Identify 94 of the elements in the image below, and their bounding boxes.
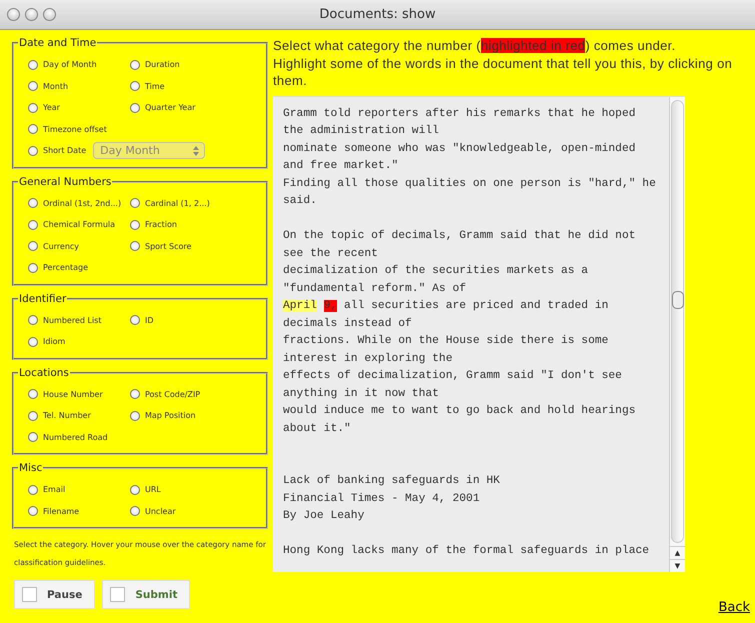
group-title: General Numbers bbox=[18, 176, 112, 188]
document-line: By Joe Leahy bbox=[283, 508, 366, 524]
radio-button[interactable] bbox=[28, 389, 38, 400]
radio-button[interactable] bbox=[28, 484, 38, 495]
document-line: decimals instead of bbox=[283, 316, 413, 332]
group-title: Misc bbox=[18, 462, 44, 474]
radio-button[interactable] bbox=[28, 315, 38, 326]
option-label[interactable]: Day of Month bbox=[43, 60, 97, 70]
window-control-icon[interactable] bbox=[7, 8, 20, 21]
document-line: and free market." bbox=[283, 158, 400, 174]
radio-button[interactable] bbox=[28, 198, 38, 208]
document-line: fractions. While on the House side there is some bbox=[283, 334, 610, 349]
radio-button[interactable] bbox=[130, 60, 140, 70]
group-title: Identifier bbox=[18, 292, 68, 304]
option-label[interactable]: Map Position bbox=[145, 411, 196, 420]
option-label[interactable]: Post Code/ZIP bbox=[145, 390, 200, 399]
radio-button[interactable] bbox=[28, 102, 38, 113]
instruction-text: Highlight some of the words in the document that tell you this, by clicking on them. bbox=[273, 54, 734, 90]
document-line: about it." bbox=[283, 422, 352, 436]
option-label[interactable]: ID bbox=[145, 316, 154, 325]
document-line: decimalization of the securities markets as a bbox=[283, 264, 590, 279]
document-line: Gramm told reporters after his remarks that he hoped bbox=[283, 106, 637, 122]
radio-button[interactable] bbox=[130, 81, 140, 92]
radio-button[interactable] bbox=[130, 484, 140, 495]
radio-button[interactable] bbox=[28, 336, 38, 347]
radio-button[interactable] bbox=[28, 81, 38, 92]
checkbox[interactable] bbox=[22, 587, 37, 602]
option-label[interactable]: Email bbox=[43, 485, 66, 494]
radio-button[interactable] bbox=[28, 410, 38, 421]
pause-button[interactable]: Pause bbox=[14, 580, 96, 609]
document-line: April 9, all securities are priced and traded in bbox=[283, 298, 610, 314]
radio-button[interactable] bbox=[130, 410, 140, 421]
document-line: Hong Kong lacks many of the formal safeguards in place bbox=[283, 544, 650, 559]
instruction-text: Select what category the number (highlighted in red) comes under. bbox=[273, 37, 676, 54]
radio-button[interactable] bbox=[130, 315, 140, 326]
radio-button[interactable] bbox=[130, 506, 140, 516]
option-label[interactable]: Tel. Number bbox=[43, 411, 91, 420]
option-label[interactable]: Year bbox=[43, 103, 60, 112]
radio-button[interactable] bbox=[130, 241, 140, 252]
option-label[interactable]: House Number bbox=[43, 390, 103, 399]
window-title: Documents: show bbox=[319, 7, 436, 22]
checkbox[interactable] bbox=[110, 587, 126, 602]
option-label[interactable]: Short Date bbox=[43, 146, 86, 156]
option-label[interactable]: Chemical Formula bbox=[43, 220, 116, 230]
option-label[interactable]: Fraction bbox=[145, 220, 177, 230]
option-label[interactable]: Unclear bbox=[145, 506, 176, 516]
option-label[interactable]: Timezone offset bbox=[43, 124, 107, 134]
option-label[interactable]: Numbered List bbox=[43, 316, 102, 325]
radio-button[interactable] bbox=[28, 432, 38, 442]
radio-button[interactable] bbox=[28, 262, 38, 273]
back-link[interactable]: Back bbox=[718, 600, 750, 614]
radio-button[interactable] bbox=[28, 146, 38, 156]
option-label[interactable]: Currency bbox=[43, 242, 80, 251]
option-label[interactable]: Ordinal (1st, 2nd...) bbox=[43, 198, 122, 208]
document-line: Finding all those qualities on one person is "hard," he bbox=[283, 176, 657, 192]
radio-button[interactable] bbox=[130, 102, 140, 113]
document-line: effects of decimalization, Gramm said "I don't see bbox=[283, 368, 623, 384]
document-line: see the recent bbox=[283, 246, 379, 262]
group-title: Date and Time bbox=[18, 37, 98, 49]
document-line: would induce me to want to go back and hold hearings bbox=[283, 404, 637, 419]
radio-button[interactable] bbox=[28, 506, 38, 516]
document-line: said. bbox=[283, 194, 318, 209]
radio-button[interactable] bbox=[130, 389, 140, 400]
option-label[interactable]: Cardinal (1, 2...) bbox=[145, 198, 210, 208]
radio-button[interactable] bbox=[28, 220, 38, 230]
option-label[interactable]: Idiom bbox=[43, 337, 66, 346]
option-label[interactable]: URL bbox=[145, 485, 161, 494]
option-label[interactable]: Quarter Year bbox=[145, 103, 196, 112]
document-line: interest in exploring the bbox=[283, 352, 454, 366]
document-line: Financial Times - May 4, 2001 bbox=[283, 492, 481, 506]
radio-button[interactable] bbox=[130, 220, 140, 230]
document-line: anything in it now that bbox=[283, 386, 440, 402]
group-title: Locations bbox=[18, 366, 70, 378]
option-label[interactable]: Filename bbox=[43, 506, 80, 516]
option-label[interactable]: Duration bbox=[145, 60, 180, 70]
window-control-icon[interactable] bbox=[25, 8, 38, 21]
option-label[interactable]: Numbered Road bbox=[43, 432, 108, 442]
document-line: On the topic of decimals, Gramm said that he did not bbox=[283, 228, 637, 244]
radio-button[interactable] bbox=[130, 198, 140, 208]
document-line: nominate someone who was "knowledgeable, open-minded bbox=[283, 142, 637, 156]
scroll-thumb[interactable] bbox=[672, 290, 684, 308]
document-line: Lack of banking safeguards in HK bbox=[283, 474, 501, 489]
document-line: "fundamental reform." As of bbox=[283, 282, 468, 296]
option-label[interactable]: Sport Score bbox=[145, 242, 192, 251]
option-label[interactable]: Time bbox=[145, 82, 165, 91]
document-line: the administration will bbox=[283, 124, 440, 139]
option-label[interactable]: Percentage bbox=[43, 263, 88, 272]
radio-button[interactable] bbox=[28, 241, 38, 252]
window-control-icon[interactable] bbox=[43, 8, 56, 21]
radio-button[interactable] bbox=[28, 124, 38, 134]
radio-button[interactable] bbox=[28, 60, 38, 70]
option-label[interactable]: Month bbox=[43, 82, 68, 91]
submit-button[interactable]: Submit bbox=[102, 580, 190, 609]
stepper-icon bbox=[193, 146, 200, 156]
